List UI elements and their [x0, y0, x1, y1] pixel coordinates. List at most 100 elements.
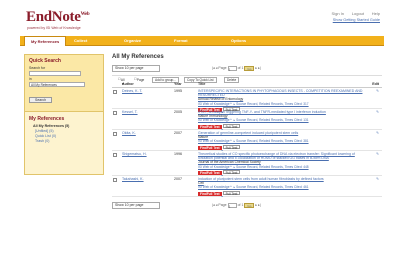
title-cell: Generation of germline-competent induced…	[198, 131, 364, 151]
title-cell: IFN-Y, an adapter triggering TNF-Y- and …	[198, 110, 364, 130]
logo-text: EndNote	[26, 9, 81, 25]
logo-mark: Web	[80, 12, 90, 17]
wok-links[interactable]: ISI Web of Knowledge℠ ▸ Source Record, R…	[198, 118, 364, 122]
page-of-label: of 1	[237, 203, 244, 207]
edit-icon[interactable]: ✎	[376, 177, 379, 181]
wok-links[interactable]: ISI Web of Knowledge℠ ▸ Source Record, R…	[198, 165, 364, 169]
tab-organize[interactable]: Organize	[118, 36, 147, 46]
tagline: powered by ISI Web of Knowledge	[27, 26, 81, 30]
endnote-logo[interactable]: EndNoteWeb	[26, 9, 90, 26]
help-link[interactable]: Help	[372, 11, 380, 16]
page-label: Page	[218, 66, 227, 70]
edit-icon[interactable]: ✎	[376, 131, 379, 135]
per-page-select[interactable]: Show 10 per page	[112, 65, 160, 72]
edit-icon[interactable]: ✎	[376, 110, 379, 114]
wok-links[interactable]: ISI Web of Knowledge℠ ▸ Source Record, R…	[198, 102, 364, 106]
pager: |◂ ◂ Page 1 of 1 Go ▸ ▸|	[212, 65, 261, 72]
title-cell: Induction of pluripotent stem cells from…	[198, 177, 364, 197]
tab-format[interactable]: Format	[168, 36, 194, 46]
main-nav: My References Collect Organize Format Op…	[20, 36, 384, 46]
full-text-button[interactable]: Full Text	[222, 190, 241, 195]
next-page-icon[interactable]: ▸	[255, 66, 257, 70]
select-all-checkbox[interactable]: ☐ All	[118, 77, 124, 82]
author-link[interactable]: Okita, K.	[122, 131, 136, 135]
author-link[interactable]: Takahashi, K.	[122, 177, 144, 181]
go-button[interactable]: Go	[244, 202, 255, 208]
author-link[interactable]: Deines, K. T.	[122, 89, 142, 93]
in-label: in	[29, 77, 32, 81]
author-link[interactable]: Kessel, T.	[122, 110, 138, 114]
full-text-buttons: FindFull Text Full Text	[198, 190, 364, 197]
year-value: 2007	[174, 131, 182, 135]
logout-link[interactable]: Logout	[352, 11, 364, 16]
sign-in-link[interactable]: Sign In	[332, 11, 344, 16]
tab-options[interactable]: Options	[225, 36, 252, 46]
search-input[interactable]	[29, 71, 81, 76]
top-toolbar: Show 10 per page |◂ ◂ Page 1 of 1 Go ▸ ▸…	[112, 64, 382, 73]
my-references-panel: My References All My References (5) [Unf…	[24, 112, 104, 175]
page-of-label: of 1	[237, 66, 244, 70]
search-button[interactable]: Search	[29, 97, 53, 103]
first-page-icon[interactable]: |◂	[212, 66, 215, 70]
table-row: Okita, K. 2007 Generation of germline-co…	[112, 130, 382, 151]
my-references-title: My References	[29, 116, 65, 122]
full-text-buttons: FindFull Text Full Text	[198, 123, 364, 130]
edit-icon[interactable]: ✎	[376, 152, 379, 156]
year-value: 1995	[174, 89, 182, 93]
getting-started-link[interactable]: Show Getting Started Guide	[333, 18, 380, 22]
group-trash[interactable]: Trash (0)	[29, 139, 99, 144]
search-in-label: in	[29, 77, 99, 81]
full-text-buttons: FindFull Text Full Text	[198, 169, 364, 176]
year-column-header[interactable]: Year	[174, 82, 182, 86]
bottom-toolbar: Show 10 per page |◂ ◂ Page 1 of 1 Go ▸ ▸…	[112, 201, 382, 211]
table-row: Deines, K. T. 1995 INTERSPECIFIC INTERAC…	[112, 88, 382, 113]
sort-down-icon: ▾	[122, 82, 124, 86]
actions-bar: ☐ All ☐ Page Add to group... Copy To Quick…	[112, 75, 382, 83]
edit-column-header: Edit	[372, 82, 379, 86]
find-full-text-button[interactable]: FindFull Text	[198, 124, 222, 130]
find-full-text-button[interactable]: FindFull Text	[198, 170, 222, 176]
full-text-buttons: FindFull Text Full Text	[198, 144, 364, 151]
quick-search-panel: Quick Search Search for in All My Refere…	[24, 54, 104, 112]
row-checkbox[interactable]	[113, 111, 117, 115]
full-text-button[interactable]: Full Text	[222, 123, 241, 128]
select-page-checkbox[interactable]: ☐ Page	[134, 77, 144, 82]
wok-links[interactable]: ISI Web of Knowledge℠ ▸ Source Record, R…	[198, 139, 364, 143]
page-number-input[interactable]: 1	[227, 202, 237, 209]
row-checkbox[interactable]	[113, 153, 117, 157]
year-value: 2007	[174, 177, 182, 181]
endnote-web-window: EndNoteWeb powered by ISI Web of Knowled…	[20, 6, 384, 262]
references-list: Deines, K. T. 1995 INTERSPECIFIC INTERAC…	[112, 88, 382, 197]
title-column-header[interactable]: Title	[198, 82, 205, 86]
last-page-icon[interactable]: ▸|	[258, 66, 261, 70]
find-full-text-button[interactable]: FindFull Text	[198, 191, 222, 197]
full-text-button[interactable]: Full Text	[222, 144, 241, 149]
page-number-input[interactable]: 1	[227, 65, 237, 72]
title-link[interactable]: INTERSPECIFIC INTERACTIONS IN PHYTOPHAGO…	[198, 89, 364, 97]
author-link[interactable]: Shigematsu, H.	[122, 152, 147, 156]
go-button[interactable]: Go	[244, 65, 255, 71]
full-text-button[interactable]: Full Text	[222, 169, 241, 175]
quick-search-title: Quick Search	[29, 58, 61, 64]
tab-collect[interactable]: Collect	[68, 36, 93, 46]
row-checkbox[interactable]	[113, 178, 117, 182]
page-title: All My References	[112, 54, 164, 60]
edit-icon[interactable]: ✎	[376, 89, 379, 93]
main-content: All My References Show 10 per page |◂ ◂ …	[112, 54, 382, 211]
table-row: Kessel, T. 2005 IFN-Y, an adapter trigge…	[112, 109, 382, 130]
page-label: Page	[218, 203, 227, 207]
last-page-icon[interactable]: ▸|	[258, 203, 261, 207]
per-page-select-bottom[interactable]: Show 10 per page	[112, 202, 160, 209]
search-for-label: Search for	[29, 66, 46, 70]
wok-links[interactable]: ISI Web of Knowledge℠ ▸ Source Record, R…	[198, 185, 364, 189]
find-full-text-button[interactable]: FindFull Text	[198, 145, 222, 151]
tab-my-references[interactable]: My References	[24, 36, 67, 46]
title-link[interactable]: Theoretical studies of CO specific photo…	[198, 152, 364, 160]
row-checkbox[interactable]	[113, 132, 117, 136]
first-page-icon[interactable]: |◂	[212, 203, 215, 207]
title-cell: Theoretical studies of CO specific photo…	[198, 152, 364, 176]
next-page-icon[interactable]: ▸	[255, 203, 257, 207]
row-checkbox[interactable]	[113, 90, 117, 94]
table-row: Shigematsu, H. 1996 Theoretical studies …	[112, 151, 382, 176]
search-scope-select[interactable]: All My References	[29, 82, 85, 87]
